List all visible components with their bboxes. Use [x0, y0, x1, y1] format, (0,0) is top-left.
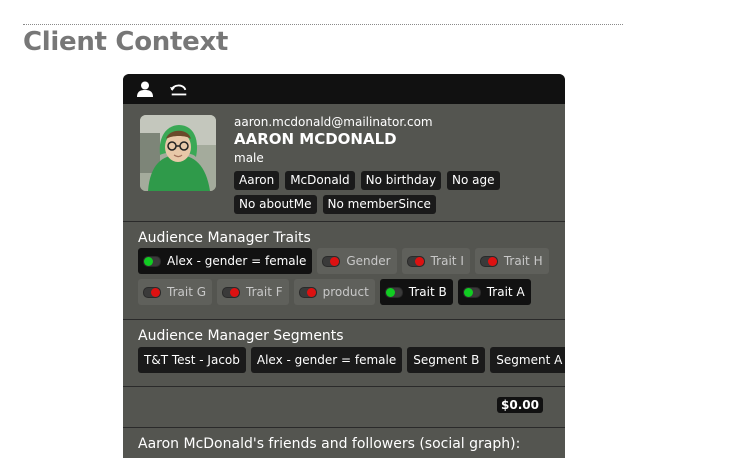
segment-item[interactable]: T&T Test - Jacob [138, 347, 246, 373]
toggle-icon [322, 255, 341, 267]
trait-toggle[interactable]: Alex - gender = female [138, 248, 313, 274]
social-section: Aaron McDonald's friends and followers (… [123, 428, 565, 458]
social-title: Aaron McDonald's friends and followers (… [138, 436, 521, 452]
segment-item[interactable]: Alex - gender = female [250, 347, 403, 373]
trait-label: Trait G [167, 285, 207, 299]
chip-about-me: No aboutMe [234, 195, 317, 214]
trait-label: Trait I [430, 254, 464, 268]
toggle-icon [298, 286, 317, 298]
traits-section: Audience Manager Traits Alex - gender = … [123, 222, 565, 320]
chip-age: No age [447, 171, 500, 190]
toggle-icon [143, 286, 161, 298]
trait-label: Trait F [246, 285, 283, 299]
toggle-icon [222, 286, 241, 298]
client-context-panel: aaron.mcdonald@mailinator.com AARON MCDO… [123, 74, 565, 458]
trait-toggle[interactable]: Trait G [138, 279, 213, 305]
toggle-icon [479, 255, 498, 267]
profile-gender: male [234, 151, 264, 165]
trait-toggle[interactable]: Trait H [474, 248, 549, 274]
chip-birthday: No birthday [360, 171, 442, 190]
segments-title: Audience Manager Segments [138, 328, 344, 344]
toggle-icon [406, 255, 425, 267]
panel-toolbar [123, 74, 565, 104]
profile-name: AARON MCDONALD [234, 130, 397, 148]
chip-last-name: McDonald [285, 171, 355, 190]
trait-label: Trait A [486, 285, 525, 299]
trait-label: Trait B [408, 285, 447, 299]
page-title: Client Context [23, 27, 229, 57]
toggle-icon [143, 255, 161, 267]
toggle-icon [462, 286, 481, 298]
segments-section: Audience Manager Segments T&T Test - Jac… [123, 320, 565, 387]
profile-email: aaron.mcdonald@mailinator.com [234, 115, 433, 129]
traits-list: Alex - gender = female Gender Trait I Tr… [138, 248, 558, 305]
trait-toggle[interactable]: Trait I [401, 248, 470, 274]
segment-item[interactable]: Segment B [407, 347, 486, 373]
avatar [140, 115, 216, 191]
trait-label: Gender [346, 254, 391, 268]
undo-icon[interactable] [169, 80, 189, 98]
trait-toggle[interactable]: Trait A [457, 279, 531, 305]
trait-label: product [322, 285, 369, 299]
segments-list: T&T Test - Jacob Alex - gender = female … [138, 347, 565, 373]
trait-toggle[interactable]: Trait B [379, 279, 453, 305]
profile-chips: Aaron McDonald No birthday No age No abo… [234, 171, 524, 214]
chip-member-since: No memberSince [322, 195, 436, 214]
revenue-amount: $0.00 [497, 397, 543, 413]
trait-toggle[interactable]: Gender [317, 248, 397, 274]
segment-item[interactable]: Segment A [490, 347, 565, 373]
traits-title: Audience Manager Traits [138, 230, 311, 246]
profile-section: aaron.mcdonald@mailinator.com AARON MCDO… [123, 104, 565, 222]
chip-first-name: Aaron [234, 171, 280, 190]
toggle-icon [384, 286, 403, 298]
trait-label: Alex - gender = female [167, 254, 307, 268]
trait-toggle[interactable]: Trait F [217, 279, 289, 305]
revenue-section: $0.00 [123, 387, 565, 428]
top-divider [23, 24, 623, 25]
profile-info: aaron.mcdonald@mailinator.com AARON MCDO… [234, 115, 524, 214]
trait-label: Trait H [503, 254, 543, 268]
trait-toggle[interactable]: product [293, 279, 375, 305]
user-icon[interactable] [135, 80, 155, 98]
